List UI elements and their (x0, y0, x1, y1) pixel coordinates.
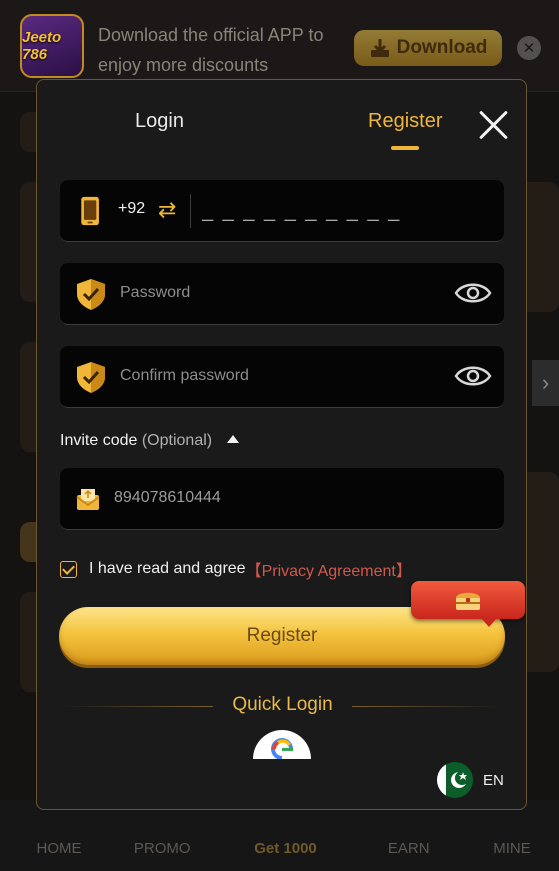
eye-icon[interactable] (454, 278, 492, 308)
caret-up-icon (226, 435, 239, 443)
language-selector[interactable]: EN (437, 762, 504, 798)
language-label: EN (483, 771, 504, 789)
country-code[interactable]: +92 (118, 200, 145, 218)
pakistan-flag-icon (437, 762, 473, 798)
google-icon (271, 738, 293, 759)
quick-login-label: Quick Login (232, 694, 333, 715)
active-tab-indicator (391, 146, 419, 150)
confirm-password-field[interactable]: Confirm password (60, 346, 504, 408)
quick-login-divider: Quick Login (37, 694, 526, 718)
invite-code-field[interactable]: 894078610444 (60, 468, 504, 530)
invite-code-label: Invite code (60, 432, 138, 449)
phone-input[interactable] (202, 194, 482, 228)
divider-line (352, 706, 502, 707)
treasure-chest-icon (456, 592, 480, 610)
agree-checkbox[interactable] (60, 560, 77, 578)
password-placeholder: Password (120, 284, 191, 301)
shield-check-icon (77, 362, 105, 393)
agree-row: I have read and agree 【Privacy Agreement… (60, 557, 412, 581)
app-logo: Jeeto 786 (20, 14, 84, 78)
nav-mine[interactable]: MINE (477, 840, 547, 857)
invite-optional-label: (Optional) (141, 432, 213, 449)
close-icon[interactable] (477, 108, 511, 142)
field-divider (190, 194, 191, 228)
google-login-button[interactable] (253, 730, 311, 759)
tab-login[interactable]: Login (135, 110, 184, 133)
nav-get-bonus[interactable]: Get 1000 (231, 840, 341, 857)
phone-icon (81, 196, 99, 226)
shield-check-icon (77, 279, 105, 310)
download-icon (370, 39, 389, 57)
nav-earn[interactable]: EARN (374, 840, 444, 857)
banner-promo-text: Download the official APP to enjoy more … (98, 25, 324, 75)
confirm-password-placeholder: Confirm password (120, 367, 249, 384)
invite-code-toggle[interactable]: Invite code (Optional) (60, 432, 239, 450)
phone-field: +92 ⇄ (60, 180, 504, 242)
register-modal: Login Register +92 ⇄ Password (36, 79, 527, 810)
invite-code-value: 894078610444 (114, 489, 221, 506)
download-label: Download (396, 37, 488, 58)
scroll-right-icon[interactable]: › (532, 360, 559, 406)
gift-badge (411, 581, 525, 627)
download-button[interactable]: Download (354, 30, 502, 66)
envelope-icon (76, 489, 100, 510)
privacy-agreement-link[interactable]: 【Privacy Agreement】 (246, 557, 412, 581)
bottom-nav: HOME PROMO Get 1000 EARN MINE (0, 800, 559, 871)
nav-home[interactable]: HOME (24, 840, 94, 857)
nav-promo[interactable]: PROMO (127, 840, 197, 857)
password-field[interactable]: Password (60, 263, 504, 325)
eye-icon[interactable] (454, 361, 492, 391)
banner-close-icon[interactable]: ✕ (517, 36, 541, 60)
tab-register[interactable]: Register (368, 110, 442, 133)
swap-icon[interactable]: ⇄ (158, 197, 176, 223)
agree-text: I have read and agree (89, 560, 246, 577)
